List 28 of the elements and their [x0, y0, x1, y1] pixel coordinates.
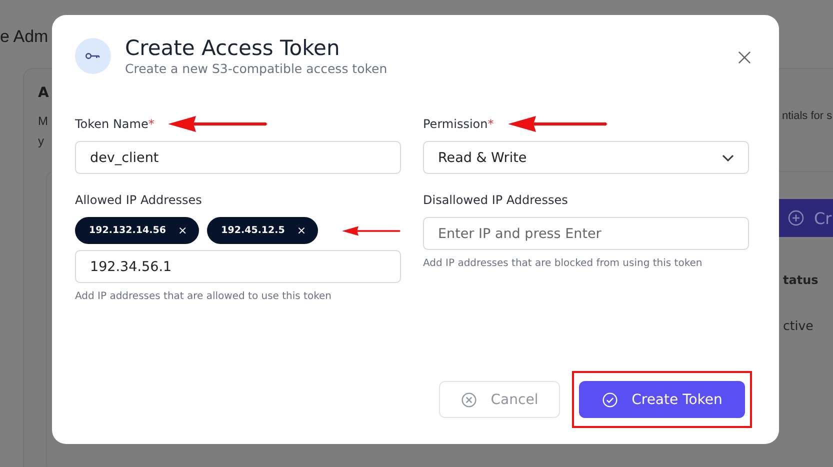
permission-select[interactable]: Read & Write — [423, 141, 749, 174]
column-header: tatus — [783, 273, 818, 287]
chevron-down-icon — [722, 154, 734, 162]
dialog-subtitle: Create a new S3-compatible access token — [125, 61, 388, 77]
key-icon — [75, 38, 111, 74]
plus-icon — [788, 210, 804, 226]
help-text: Add IP addresses that are allowed to use this token — [75, 291, 333, 302]
page-title: e Adm — [0, 27, 48, 47]
field-label: Allowed IP Addresses — [75, 193, 202, 207]
table-cell: ctive — [783, 318, 814, 333]
close-icon[interactable] — [738, 51, 751, 64]
input-field[interactable]: Enter IP and press Enter — [423, 217, 749, 250]
create-button[interactable]: Create Token — [579, 381, 745, 418]
field-label: Permission* — [423, 117, 494, 131]
card-title: A — [38, 85, 49, 101]
help-text: Add IP addresses that are blocked from using this token — [423, 258, 704, 269]
card-text: ntials for s — [782, 110, 832, 122]
input-field[interactable]: dev_client — [75, 141, 401, 174]
card-text: y — [38, 134, 44, 148]
dialog-title: Create Access Token — [125, 35, 341, 61]
field-label: Disallowed IP Addresses — [423, 193, 568, 207]
ip-chip[interactable]: 192.45.12.5 × — [207, 217, 318, 244]
ip-chip[interactable]: 192.132.14.56 × — [75, 217, 200, 244]
check-circle-icon — [602, 392, 618, 408]
close-circle-icon — [460, 392, 477, 408]
field-label: Token Name* — [75, 117, 154, 131]
card-text: M — [38, 114, 48, 128]
input-field[interactable]: 192.34.56.1 — [75, 250, 401, 283]
